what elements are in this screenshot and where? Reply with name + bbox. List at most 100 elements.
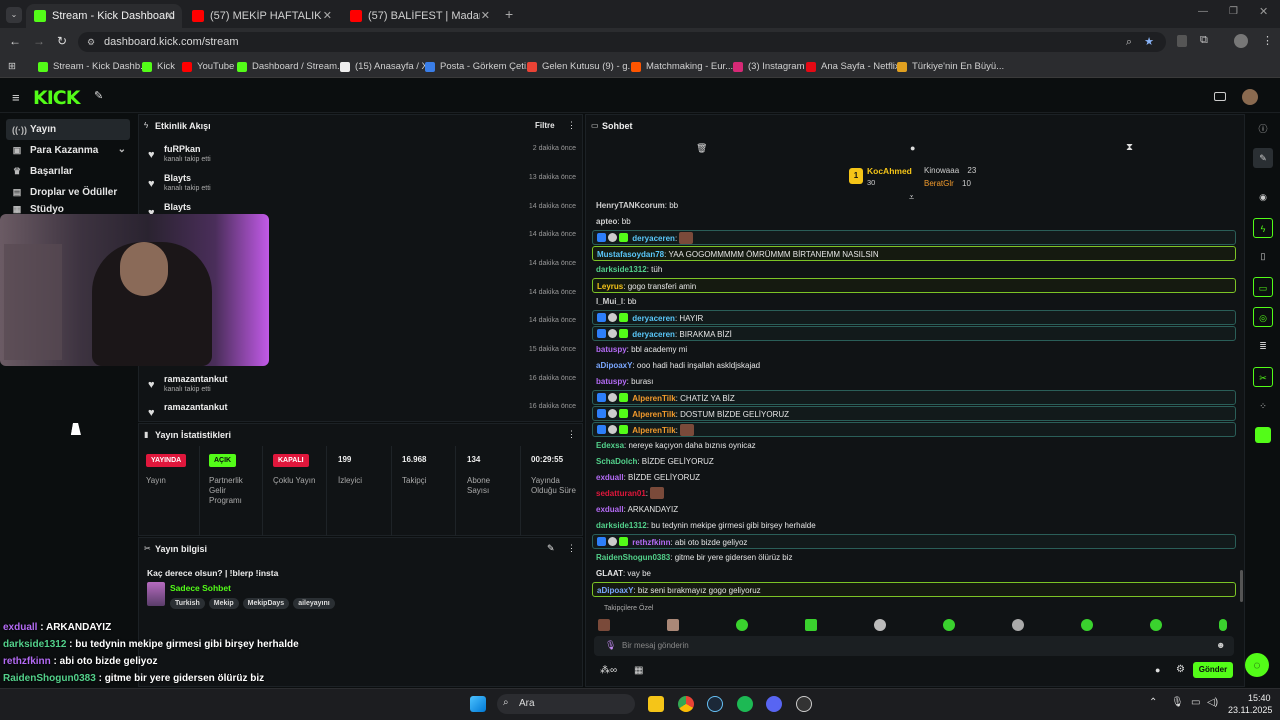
reload-icon[interactable]: ↻ [57, 34, 67, 48]
chat-username[interactable]: HenryTANKcorum [596, 201, 665, 210]
file-explorer-icon[interactable] [648, 696, 664, 712]
emote[interactable] [667, 619, 679, 631]
profile-avatar[interactable] [1234, 34, 1248, 48]
steam-icon[interactable] [707, 696, 723, 712]
points-icon[interactable]: ⁂∞ [600, 665, 617, 676]
emote[interactable] [805, 619, 817, 631]
chat-username[interactable]: AlperenTilk [632, 410, 675, 419]
address-bar[interactable]: ⚙ dashboard.kick.com/stream ⌕ ★ [78, 32, 1166, 52]
forward-icon[interactable]: → [33, 34, 45, 48]
support-chat-button[interactable]: ◌ [1245, 653, 1269, 677]
tag[interactable]: Turkish [170, 598, 205, 609]
tag[interactable]: MekipDays [242, 598, 290, 609]
emote[interactable] [943, 619, 955, 631]
chat-username[interactable]: SchaDolch [596, 457, 637, 466]
tab-youtube-1[interactable]: (57) MEKİP HAFTALIK KOMİK AN ✕ [184, 4, 340, 28]
emoji-icon[interactable]: ☻ [1216, 640, 1225, 650]
chat-username[interactable]: rethzfkinn [632, 538, 670, 547]
chat-scrollbar[interactable] [1240, 570, 1243, 602]
bookmark-star-icon[interactable]: ★ [1144, 32, 1154, 52]
chat-username[interactable]: Mustafasoydan78 [597, 250, 664, 259]
bookmark-item[interactable]: Matchmaking - Eur... [631, 61, 733, 72]
chat-username[interactable]: RaidenShogun0383 [596, 553, 670, 562]
tab-search-button[interactable]: ⌄ [6, 7, 22, 23]
extension-app-icon[interactable] [1255, 427, 1271, 443]
discord-icon[interactable] [766, 696, 782, 712]
timer-icon[interactable]: ⧗ [1126, 142, 1133, 153]
network-icon[interactable]: ▭ [1191, 697, 1200, 708]
sidebar-item-para-kazanma[interactable]: ▣ Para Kazanma ⌄ [6, 140, 130, 161]
chat-username[interactable]: deryaceren [632, 314, 675, 323]
filter-button[interactable]: Filtre [535, 121, 555, 130]
trash-icon[interactable]: 🗑︎ [696, 143, 707, 154]
chat-icon[interactable]: ▭ [1253, 277, 1273, 297]
tab-kick-dashboard[interactable]: Stream - Kick Dashboard ✕ [26, 4, 182, 28]
bookmark-item[interactable]: Kick [142, 61, 175, 72]
kebab-menu-icon[interactable]: ⋮ [567, 543, 576, 554]
taskbar-search[interactable]: ⌕ Ara [497, 694, 635, 714]
zoom-icon[interactable]: ⌕ [1126, 32, 1132, 52]
chat-username[interactable]: apteo [596, 217, 617, 226]
emote[interactable] [736, 619, 748, 631]
extensions-puzzle-icon[interactable]: ⧉ [1200, 34, 1208, 47]
kick-logo[interactable]: KICK [33, 87, 80, 109]
chrome-icon[interactable] [678, 696, 694, 712]
bookmark-item[interactable]: Dashboard / Stream... [237, 61, 345, 72]
bookmark-item[interactable]: Türkiye'nin En Büyü... [897, 61, 1004, 72]
microphone-icon[interactable]: 🎙︎ [605, 640, 616, 651]
tag[interactable]: aileyayını [293, 598, 335, 609]
sidebar-item-yayin[interactable]: ((·)) Yayın [6, 119, 130, 140]
emote[interactable] [1150, 619, 1162, 631]
microphone-tray-icon[interactable]: 🎙︎ [1171, 697, 1184, 708]
camera-icon[interactable]: ◉ [1253, 187, 1273, 207]
chat-username[interactable]: aDipoaxY [596, 361, 632, 370]
sidebar-item-basarilar[interactable]: ♛ Başarılar [6, 161, 130, 182]
extension-icon[interactable] [1177, 35, 1187, 47]
activity-user[interactable]: ramazantankut [164, 402, 228, 412]
windows-start-icon[interactable] [470, 696, 486, 712]
close-icon[interactable]: ✕ [165, 9, 174, 22]
chat-gear-icon[interactable]: ⚙ [1176, 664, 1185, 675]
activity-user[interactable]: ramazantankut [164, 374, 228, 384]
tab-youtube-2[interactable]: (57) BALİFEST | Madara Olduk # ✕ [342, 4, 498, 28]
broadcast-icon[interactable]: ◎ [1253, 307, 1273, 327]
send-button[interactable]: Gönder [1193, 662, 1233, 678]
apps-grid-icon[interactable]: ⊞ [8, 61, 16, 72]
hamburger-menu-icon[interactable]: ≡ [12, 90, 20, 105]
kebab-menu-icon[interactable]: ⋮ [567, 120, 576, 131]
site-info-icon[interactable]: ⚙ [87, 32, 95, 52]
share-icon[interactable]: ⁘ [1253, 396, 1273, 416]
bookmark-item[interactable]: (3) Instagram [733, 61, 805, 72]
emote[interactable] [598, 619, 610, 631]
chat-input[interactable]: 🎙︎ Bir mesaj gönderin ☻ [594, 636, 1234, 656]
bookmark-item[interactable]: (15) Anasayfa / X [340, 61, 428, 72]
chat-username[interactable]: AlperenTilk [632, 426, 675, 435]
wrench-icon[interactable]: ✂ [1253, 367, 1273, 387]
category-link[interactable]: Sadece Sohbet [170, 583, 231, 593]
tag[interactable]: Mekip [208, 598, 239, 609]
restore-button[interactable]: ❐ [1229, 6, 1238, 17]
activity-user[interactable]: Blayts [164, 202, 191, 212]
spotify-icon[interactable] [737, 696, 753, 712]
back-icon[interactable]: ← [9, 34, 21, 48]
chat-username[interactable]: AlperenTilk [632, 394, 675, 403]
chat-username[interactable]: batuspy [596, 345, 627, 354]
chat-username[interactable]: aDipoaxY [597, 586, 633, 595]
bookmark-item[interactable]: YouTube [182, 61, 234, 72]
chat-username[interactable]: exduall [596, 505, 624, 514]
chat-username[interactable]: exduall [596, 473, 624, 482]
chat-username[interactable]: darkside1312 [596, 265, 647, 274]
clock-time[interactable]: 15:40 [1248, 693, 1271, 703]
bookmark-item[interactable]: Posta - Görkem Çeti... [425, 61, 534, 72]
chat-username[interactable]: Leyrus [597, 282, 623, 291]
volume-icon[interactable]: ◁) [1207, 697, 1218, 708]
studio-icon[interactable] [1214, 92, 1226, 101]
pin-icon[interactable]: ✎ [94, 89, 103, 102]
chat-username[interactable]: deryaceren [632, 234, 675, 243]
document-icon[interactable]: ▯ [1253, 246, 1273, 266]
emote[interactable] [874, 619, 886, 631]
bookmark-item[interactable]: Ana Sayfa - Netflix [806, 61, 900, 72]
chat-username[interactable]: l_Mui_l [596, 297, 623, 306]
chat-settings-icon[interactable]: ● [910, 143, 915, 153]
edit-icon[interactable]: ✎ [1253, 148, 1273, 168]
